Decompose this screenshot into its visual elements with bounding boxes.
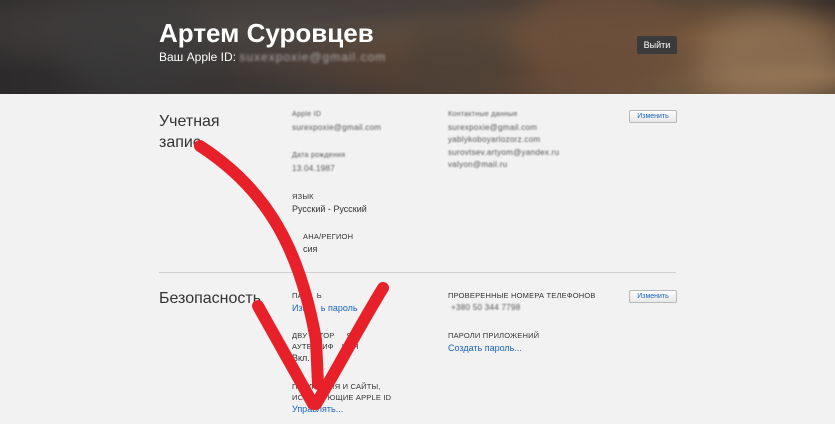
arrow-head-right	[310, 282, 389, 410]
annotation-arrows	[194, 140, 389, 410]
arrow-head-left	[252, 300, 319, 410]
curved-arrow-shaft	[194, 140, 324, 390]
